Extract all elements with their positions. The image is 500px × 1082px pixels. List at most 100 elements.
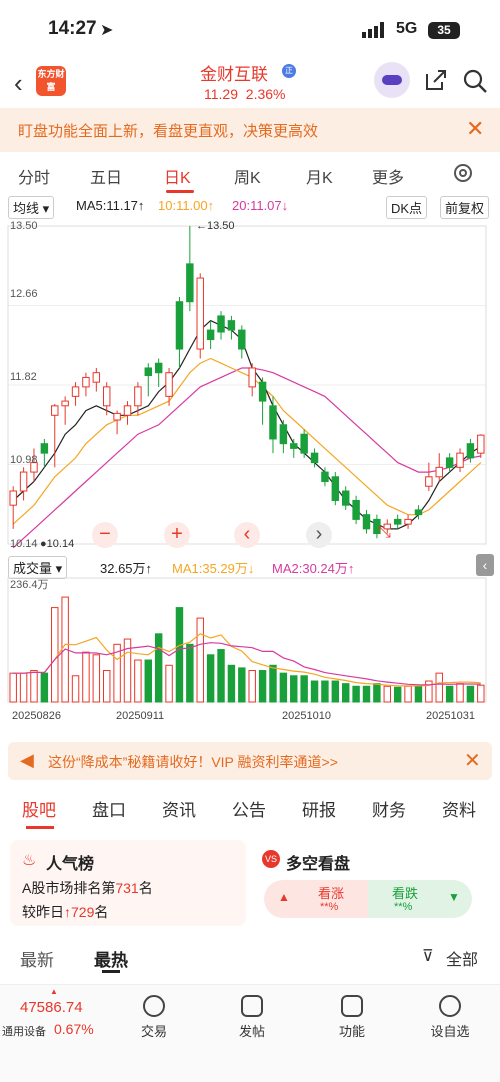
volume-bar (414, 685, 423, 703)
candle-body (456, 452, 464, 468)
candle-body (238, 329, 246, 350)
price-label-1: 13.50 (10, 220, 38, 232)
volume-bar (404, 685, 412, 703)
volume-bar (227, 664, 236, 703)
zoom-out-button[interactable]: − (92, 522, 118, 548)
fullscreen-icon[interactable]: ⤡ (378, 524, 391, 542)
tab-monthly-k[interactable]: 月K (306, 164, 333, 188)
volume-bar (165, 664, 173, 703)
bear-button[interactable]: 看跌 **% ▼ (368, 880, 472, 918)
back-arrow-icon[interactable]: ‹ (14, 68, 23, 99)
tab-guba[interactable]: 股吧 (22, 796, 56, 821)
candle-body (92, 372, 101, 383)
down-arrow-icon: ▼ (448, 890, 460, 904)
battery-icon: 35 (428, 22, 460, 39)
candle-body (435, 466, 443, 478)
post-button[interactable]: 发帖 (222, 995, 282, 1040)
candle-body (186, 263, 194, 303)
sentiment-card[interactable]: VS 多空看盘 ▲ 看涨 **% 看跌 **% ▼ (256, 840, 492, 926)
candle-body (19, 471, 28, 492)
volume-bar (310, 680, 319, 703)
collapse-volume-icon[interactable]: ‹ (476, 554, 494, 576)
volume-bar (102, 670, 111, 703)
popularity-card[interactable]: ♨ 人气榜 A股市场排名第731名 较昨日↑729名 (10, 840, 246, 926)
tab-weekly-k[interactable]: 周K (234, 164, 261, 188)
add-watchlist-button[interactable]: 设自选 (420, 995, 480, 1040)
adjust-button[interactable]: 前复权 (440, 196, 490, 219)
candle-body (206, 329, 215, 341)
high-marker: ←13.50 (196, 220, 235, 232)
stock-name[interactable]: 金财互联 (200, 60, 268, 85)
trade-button[interactable]: 交易 (124, 995, 184, 1040)
tab-five-day[interactable]: 五日 (90, 164, 122, 188)
volume-bar (175, 607, 184, 703)
candle-body (269, 405, 277, 440)
tab-daily-k[interactable]: 日K (164, 164, 191, 188)
vip-ad-banner[interactable]: ◀ 这份“降成本”秘籍请收好！VIP 融资利率通道>> ✕ (8, 742, 492, 780)
candle-body (445, 457, 454, 468)
bull-label: 看涨 (318, 886, 345, 901)
volume-bar (196, 617, 204, 703)
dk-point-button[interactable]: DK点 (386, 196, 428, 219)
filter-icon[interactable]: ⊽ (422, 946, 434, 966)
settings-gear-icon[interactable] (452, 162, 474, 184)
feed-hot[interactable]: 最热 (94, 946, 128, 971)
volume-frame (7, 577, 487, 703)
tab-finance[interactable]: 财务 (372, 796, 406, 821)
volume-bar (269, 664, 277, 703)
search-icon[interactable] (462, 68, 488, 94)
bull-button[interactable]: ▲ 看涨 **% (264, 880, 368, 918)
volume-bar (352, 685, 360, 703)
volume-bar (383, 685, 392, 703)
tab-announcements[interactable]: 公告 (232, 796, 266, 821)
date-label-4: 20251031 (426, 710, 475, 722)
volume-bar (477, 684, 485, 703)
candle-body (404, 518, 412, 525)
filter-all[interactable]: 全部 (446, 946, 478, 970)
index-value[interactable]: 47586.74 (20, 999, 83, 1016)
location-arrow-icon: ➤ (100, 22, 114, 39)
yen-icon (143, 995, 165, 1017)
bear-pct: **% (394, 901, 413, 913)
candle-body (217, 315, 225, 333)
volume-bar (71, 675, 80, 703)
tab-news[interactable]: 资讯 (162, 796, 196, 821)
tab-research[interactable]: 研报 (302, 796, 336, 821)
fire-icon: ♨ (22, 852, 37, 869)
tab-pankou[interactable]: 盘口 (92, 796, 126, 821)
share-icon[interactable] (424, 68, 448, 92)
tab-intraday[interactable]: 分时 (18, 164, 50, 188)
candle-body (362, 514, 371, 530)
volume-bar (40, 672, 49, 703)
kline-chart[interactable]: 13.50 12.66 11.82 10.98 10.14 ←13.50 ●10… (0, 218, 500, 738)
close-icon[interactable]: ✕ (466, 116, 484, 142)
status-bar: 14:27 ➤ 5G 35 (0, 0, 500, 58)
feature-banner[interactable]: 盯盘功能全面上新，看盘更直观，决策更高效 ✕ (0, 108, 500, 152)
index-change: 0.67% (54, 1021, 94, 1037)
candle-body (258, 381, 267, 402)
feed-latest[interactable]: 最新 (20, 946, 54, 971)
scroll-left-button[interactable]: ‹ (234, 522, 260, 548)
ma-select[interactable]: 均线 ▾ (8, 196, 55, 219)
date-label-1: 20250826 (12, 710, 61, 722)
ma20-value: 20:11.07↓ (232, 198, 289, 213)
volume-bar (279, 672, 288, 703)
candle-body (175, 301, 184, 350)
kline-svg[interactable] (0, 218, 500, 738)
function-button[interactable]: 功能 (322, 995, 382, 1040)
scroll-right-button[interactable]: › (306, 522, 332, 548)
close-icon[interactable]: ✕ (464, 748, 481, 773)
candle-body (393, 518, 402, 525)
tab-more[interactable]: 更多 (372, 164, 404, 188)
chart-grid (7, 225, 487, 703)
tab-profile[interactable]: 资料 (442, 796, 476, 821)
zoom-in-button[interactable]: + (164, 522, 190, 548)
megaphone-icon: ◀ (20, 750, 34, 770)
candle-body (331, 476, 340, 501)
candles (9, 226, 485, 539)
status-time: 14:27 (48, 18, 97, 39)
assistant-avatar[interactable] (374, 62, 410, 98)
volume-bar (373, 683, 381, 703)
volume-bar (82, 651, 90, 703)
period-tabs: 分时 五日 日K 周K 月K 更多 (0, 152, 500, 194)
